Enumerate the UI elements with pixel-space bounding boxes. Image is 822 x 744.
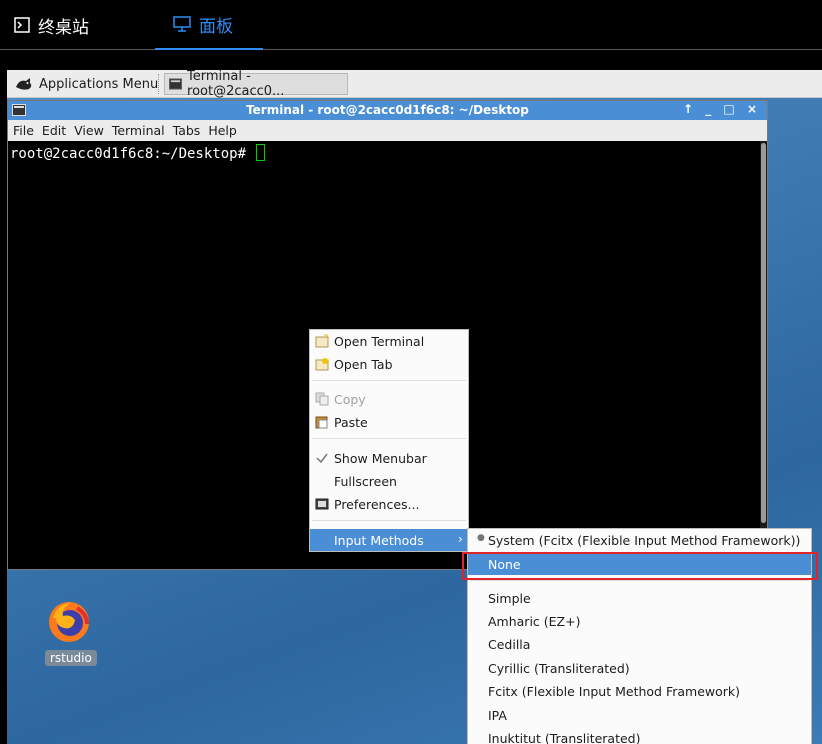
copy-icon [315,392,329,406]
menu-help[interactable]: Help [208,123,237,138]
fullscreen-label: Fullscreen [334,474,397,489]
menu-edit[interactable]: Edit [42,123,66,138]
xfce-mouse-icon [16,78,32,90]
taskbar-terminal-button[interactable]: Terminal - root@2cacc0... [164,70,348,99]
menu-item-copy[interactable]: Copy [310,388,468,410]
applications-menu-label: Applications Menu [39,76,159,92]
menu-separator [312,520,466,521]
preferences-icon [315,498,329,510]
tab-panel[interactable]: 面板 [155,0,263,50]
submenu-item-inuktitut[interactable]: Inuktitut (Transliterated) [468,727,811,744]
menu-terminal[interactable]: Terminal [112,123,165,138]
paste-label: Paste [334,415,368,430]
window-controls[interactable]: ↑ _ □ × [683,102,761,116]
menu-item-input-methods[interactable]: Input Methods › [310,529,468,551]
copy-label: Copy [334,392,366,407]
menu-separator [312,438,466,439]
open-terminal-label: Open Terminal [334,334,425,349]
submenu-item-ipa[interactable]: IPA [468,704,811,726]
paste-icon [315,416,328,429]
radio-dot-icon: ● [477,533,485,543]
menu-item-paste[interactable]: Paste [310,411,468,433]
show-menubar-label: Show Menubar [334,451,427,466]
terminal-menubar: File Edit View Terminal Tabs Help [8,120,767,141]
tab-panel-label: 面板 [199,16,233,37]
scrollbar-thumb[interactable] [761,143,766,523]
tab-terminal[interactable]: 终桌站 [14,0,89,50]
submenu-item-label: Fcitx (Flexible Input Method Framework) [488,684,741,699]
submenu-item-label: Amharic (EZ+) [488,614,581,629]
submenu-item-label: Simple [488,591,531,606]
menu-separator [470,580,809,581]
submenu-item-fcitx[interactable]: Fcitx (Flexible Input Method Framework) [468,680,811,702]
menu-item-open-terminal[interactable]: Open Terminal [310,330,468,352]
submenu-item-label: IPA [488,708,507,723]
input-methods-label: Input Methods [334,533,424,548]
top-app-bar: 终桌站 面板 [0,0,822,50]
open-tab-icon [315,358,329,371]
submenu-item-label: Cyrillic (Transliterated) [488,661,630,676]
terminal-scrollbar[interactable] [760,141,767,569]
menu-separator [312,380,466,381]
submenu-item-label: Cedilla [488,637,531,652]
menu-item-fullscreen[interactable]: Fullscreen [310,470,468,492]
text-cursor [256,144,266,161]
shell-prompt: root@2cacc0d1f6c8:~/Desktop# [10,146,255,162]
context-menu: Open Terminal Open Tab Copy Paste Show M… [309,329,469,552]
firefox-icon[interactable] [47,600,91,644]
highlight-box [462,552,818,580]
menu-tabs[interactable]: Tabs [173,123,201,138]
tab-terminal-label: 终桌站 [38,17,89,38]
submenu-arrow-icon: › [458,532,463,546]
window-titlebar[interactable]: Terminal - root@2cacc0d1f6c8: ~/Desktop … [8,101,767,120]
window-title: Terminal - root@2cacc0d1f6c8: ~/Desktop [246,103,529,117]
submenu-item-cedilla[interactable]: Cedilla [468,633,811,655]
submenu-item-cyrillic[interactable]: Cyrillic (Transliterated) [468,657,811,679]
menu-item-show-menubar[interactable]: Show Menubar [310,447,468,469]
submenu-item-amharic[interactable]: Amharic (EZ+) [468,610,811,632]
menu-view[interactable]: View [74,123,104,138]
submenu-item-label: System (Fcitx (Flexible Input Method Fra… [488,533,801,548]
monitor-icon [173,16,191,32]
applications-menu-button[interactable]: Applications Menu [13,73,158,95]
open-tab-label: Open Tab [334,357,393,372]
panel-separator [158,74,162,94]
preferences-label: Preferences... [334,497,420,512]
submenu-item-simple[interactable]: Simple [468,587,811,609]
submenu-item-label: Inuktitut (Transliterated) [488,731,641,744]
terminal-small-icon [169,78,183,90]
open-terminal-icon [315,334,329,348]
desktop-icon-label[interactable]: rstudio [45,650,97,666]
remote-desktop[interactable]: Applications Menu Terminal - root@2cacc0… [7,70,822,744]
terminal-icon [14,17,30,33]
taskbar-terminal-label: Terminal - root@2cacc0... [187,70,285,99]
menu-item-open-tab[interactable]: Open Tab [310,353,468,375]
submenu-item-system[interactable]: ● System (Fcitx (Flexible Input Method F… [468,529,811,551]
xfce-panel: Applications Menu Terminal - root@2cacc0… [7,70,822,99]
menu-item-preferences[interactable]: Preferences... [310,493,468,515]
checkmark-icon [316,453,328,464]
menu-file[interactable]: File [13,123,34,138]
